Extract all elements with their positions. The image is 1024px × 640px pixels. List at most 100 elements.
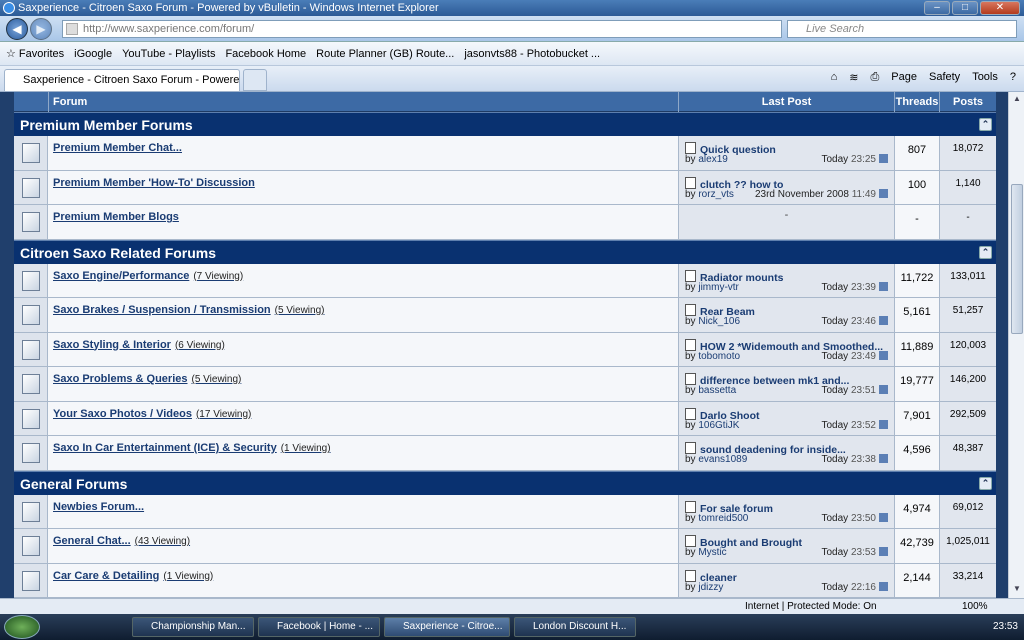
- go-to-post-icon[interactable]: [879, 154, 888, 163]
- page-menu[interactable]: Page: [891, 71, 917, 84]
- last-post-time: 23:52: [850, 419, 876, 431]
- minimize-button[interactable]: –: [924, 1, 950, 15]
- forum-row: Premium Member 'How-To' Discussion clutc…: [14, 170, 996, 205]
- scroll-up-icon[interactable]: ▲: [1011, 94, 1023, 106]
- last-post-author[interactable]: bassetta: [698, 385, 736, 396]
- last-post-author[interactable]: rorz_vts: [698, 189, 734, 200]
- last-post-author[interactable]: Mystic: [698, 547, 726, 558]
- collapse-icon[interactable]: ⌃: [979, 118, 992, 131]
- last-post-time: 23:51: [850, 385, 876, 396]
- forum-status-icon: [14, 563, 48, 597]
- go-to-post-icon[interactable]: [879, 188, 888, 198]
- back-button[interactable]: ◀: [6, 18, 28, 40]
- collapse-icon[interactable]: ⌃: [979, 245, 992, 259]
- column-posts: Posts: [939, 92, 996, 112]
- print-icon[interactable]: ⎙: [870, 71, 879, 84]
- forum-status-icon: [14, 494, 48, 528]
- forum-row: Premium Member Chat... Quick question by…: [14, 136, 996, 171]
- address-input[interactable]: http://www.saxperience.com/forum/: [62, 20, 782, 38]
- last-post-date: Today: [821, 316, 849, 327]
- last-post-time: 11:49: [851, 188, 876, 200]
- home-icon[interactable]: ⌂: [831, 71, 838, 84]
- feeds-icon[interactable]: ≋: [849, 71, 858, 84]
- last-post-time: 23:38: [850, 454, 876, 465]
- help-icon[interactable]: ?: [1010, 71, 1016, 84]
- vertical-scrollbar[interactable]: ▲ ▼: [1008, 92, 1024, 598]
- favorite-link[interactable]: iGoogle: [74, 48, 112, 60]
- viewing-count: (5 Viewing): [274, 305, 325, 316]
- last-post-date: Today: [821, 419, 849, 431]
- forum-link[interactable]: Saxo Engine/Performance: [53, 270, 189, 282]
- go-to-post-icon[interactable]: [879, 547, 888, 556]
- taskbar-item[interactable]: Facebook | Home - ...: [258, 617, 380, 637]
- go-to-post-icon[interactable]: [879, 454, 888, 463]
- new-tab-button[interactable]: [243, 69, 267, 91]
- search-input[interactable]: Live Search: [787, 20, 1017, 38]
- viewing-count: (43 Viewing): [134, 536, 191, 547]
- tools-menu[interactable]: Tools: [972, 71, 998, 84]
- favorites-button[interactable]: ☆ Favorites: [6, 47, 64, 60]
- taskbar-item[interactable]: London Discount H...: [514, 617, 636, 637]
- taskbar-item[interactable]: Championship Man...: [132, 617, 254, 637]
- last-post-author[interactable]: 106GtiJK: [698, 420, 739, 431]
- forum-link[interactable]: Premium Member 'How-To' Discussion: [53, 177, 255, 189]
- go-to-post-icon[interactable]: [879, 281, 888, 291]
- category-title: Premium Member Forums: [20, 117, 193, 133]
- go-to-post-icon[interactable]: [879, 419, 888, 429]
- thread-count: 4,596: [894, 436, 939, 470]
- last-post-author[interactable]: jimmy-vtr: [698, 282, 739, 293]
- safety-menu[interactable]: Safety: [929, 71, 960, 84]
- viewing-count: (1 Viewing): [280, 443, 331, 454]
- forum-row: Your Saxo Photos / Videos (17 Viewing) Da…: [14, 401, 996, 436]
- forum-link[interactable]: Car Care & Detailing: [53, 570, 159, 582]
- taskbar-item-active[interactable]: Saxperience - Citroe...: [384, 617, 510, 637]
- forum-link[interactable]: Premium Member Blogs: [53, 211, 179, 223]
- category-header: Premium Member Forums ⌃: [14, 112, 996, 136]
- forum-link[interactable]: Saxo Styling & Interior: [53, 339, 171, 351]
- go-to-post-icon[interactable]: [879, 581, 888, 591]
- last-post-date: Today: [821, 547, 849, 558]
- forum-link[interactable]: Saxo Problems & Queries: [53, 373, 188, 385]
- close-button[interactable]: ✕: [980, 1, 1020, 15]
- favorite-link[interactable]: Facebook Home: [225, 48, 306, 60]
- favorite-link[interactable]: YouTube - Playlists: [122, 48, 215, 60]
- last-post-author[interactable]: jdizzy: [698, 582, 723, 593]
- forum-link[interactable]: Saxo In Car Entertainment (ICE) & Securi…: [53, 442, 277, 454]
- status-bar: Internet | Protected Mode: On 100%: [0, 598, 1024, 614]
- scroll-thumb[interactable]: [1011, 184, 1023, 334]
- forum-row: Premium Member Blogs - - -: [14, 205, 996, 240]
- forum-link[interactable]: Your Saxo Photos / Videos: [53, 408, 192, 420]
- forum-link[interactable]: Saxo Brakes / Suspension / Transmission: [53, 304, 271, 316]
- last-post-date: Today: [821, 154, 849, 165]
- last-post-author[interactable]: evans1089: [698, 454, 747, 465]
- page-icon: [66, 23, 78, 35]
- go-to-post-icon[interactable]: [879, 316, 888, 325]
- start-button[interactable]: [4, 615, 40, 639]
- last-post-author[interactable]: tomreid500: [698, 513, 748, 524]
- last-post-cell: Bought and Brought by Mystic Today 23:53: [678, 529, 894, 563]
- tab-bar: Saxperience - Citroen Saxo Forum - Power…: [0, 66, 1024, 92]
- forward-button[interactable]: ▶: [30, 18, 52, 40]
- forum-row: Newbies Forum... For sale forum by tomre…: [14, 494, 996, 529]
- scroll-down-icon[interactable]: ▼: [1011, 584, 1023, 596]
- favorite-link[interactable]: jasonvts88 - Photobucket ...: [464, 48, 600, 60]
- go-to-post-icon[interactable]: [879, 512, 888, 522]
- last-post-author[interactable]: tobomoto: [698, 351, 740, 362]
- maximize-button[interactable]: □: [952, 1, 978, 15]
- thread-count: 19,777: [894, 367, 939, 401]
- favorite-link[interactable]: Route Planner (GB) Route...: [316, 48, 454, 60]
- viewing-count: (7 Viewing): [193, 270, 244, 282]
- go-to-post-icon[interactable]: [879, 385, 888, 394]
- last-post-author[interactable]: Nick_106: [698, 316, 740, 327]
- go-to-post-icon[interactable]: [879, 350, 888, 360]
- forum-link[interactable]: General Chat...: [53, 535, 131, 547]
- last-post-author[interactable]: alex19: [698, 154, 727, 165]
- last-post-time: 23:46: [850, 316, 876, 327]
- zoom-level[interactable]: 100%: [962, 599, 988, 614]
- forum-link[interactable]: Premium Member Chat...: [53, 142, 182, 154]
- post-count: -: [939, 205, 996, 239]
- forum-link[interactable]: Newbies Forum...: [53, 501, 144, 513]
- collapse-icon[interactable]: ⌃: [979, 476, 992, 490]
- tab-saxperience[interactable]: Saxperience - Citroen Saxo Forum - Power…: [4, 69, 240, 91]
- thread-count: 100: [894, 170, 939, 204]
